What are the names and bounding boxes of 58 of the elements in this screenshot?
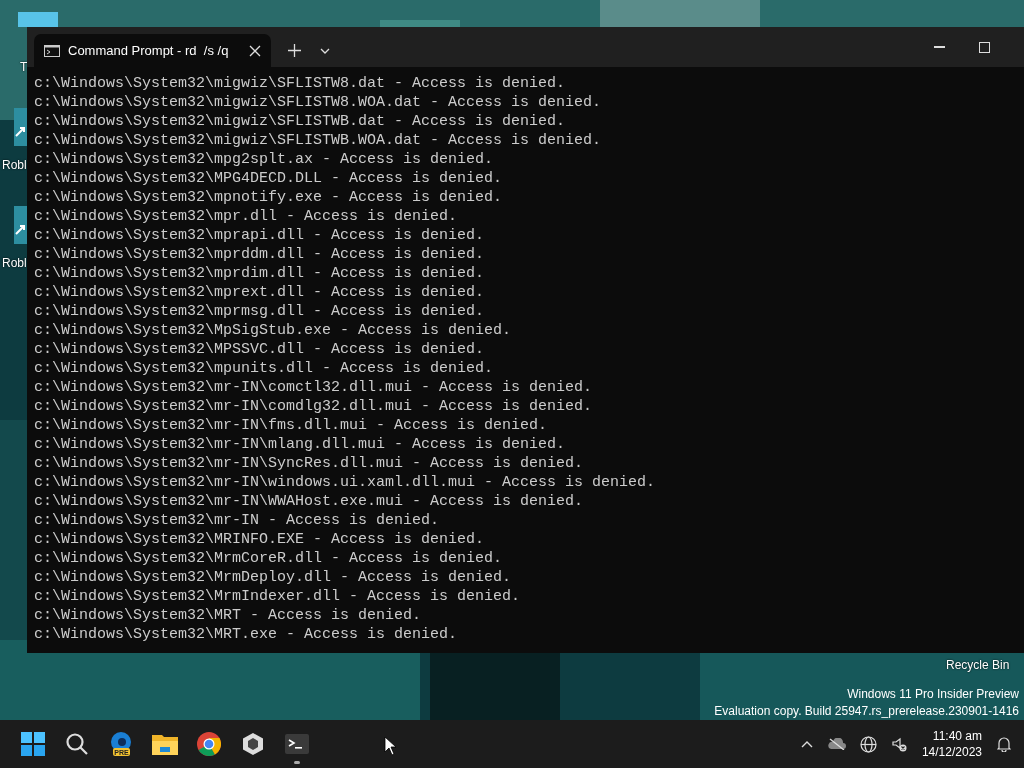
terminal-icon: [285, 734, 309, 754]
search-icon: [65, 732, 89, 756]
chevron-up-icon[interactable]: [799, 739, 814, 749]
terminal-line: c:\Windows\System32\MPSSVC.dll - Access is denied.: [34, 340, 486, 359]
icon-label[interactable]: Robl: [2, 254, 27, 272]
terminal-line: c:\Windows\System32\mr-IN\mlang.dll.mui - Access is denied.: [34, 435, 567, 454]
terminal-line: c:\Windows\System32\MrmDeploy.dll - Access is denied.: [34, 568, 513, 587]
terminal-line: c:\Windows\System32\mr-IN - Access is denied.: [34, 511, 441, 530]
folder-icon: [152, 733, 178, 755]
mouse-pointer-icon: [384, 736, 396, 756]
terminal-line: c:\Windows\System32\mpg2splt.ax - Access is denied.: [34, 150, 495, 169]
terminal-line: c:\Windows\System32\mr-IN\fms.dll.mui - Access is denied.: [34, 416, 549, 435]
terminal-tab[interactable]: Command Prompt - rd /s /q: [34, 34, 271, 67]
terminal-line: c:\Windows\System32\mr-IN\comdlg32.dll.mui - Access is denied.: [34, 397, 594, 416]
terminal-line: c:\Windows\System32\mprapi.dll - Access is denied.: [34, 226, 486, 245]
terminal-line: c:\Windows\System32\MrmIndexer.dll - Access is denied.: [34, 587, 522, 606]
terminal-line: c:\Windows\System32\mpr.dll - Access is denied.: [34, 207, 459, 226]
globe-icon[interactable]: [859, 735, 878, 753]
terminal-line: c:\Windows\System32\migwiz\SFLISTWB.WOA.dat - Access is denied.: [34, 131, 603, 150]
clock-time[interactable]: 11:40 am: [921, 728, 982, 744]
terminal-line: c:\Windows\System32\migwiz\SFLISTW8.WOA.dat - Access is denied.: [34, 93, 603, 112]
terminal-line: c:\Windows\System32\mpunits.dll - Access is denied.: [34, 359, 495, 378]
terminal-line: c:\Windows\System32\MRT - Access is denied.: [34, 606, 423, 625]
terminal-line: c:\Windows\System32\mpnotify.exe - Access is denied.: [34, 188, 504, 207]
terminal-line: c:\Windows\System32\mr-IN\windows.ui.xaml.dll.mui - Access is denied.: [34, 473, 657, 492]
close-tab-button[interactable]: [249, 44, 261, 57]
cloud-off-icon[interactable]: [827, 737, 846, 751]
terminal-line: c:\Windows\System32\MrmCoreR.dll - Access is denied.: [34, 549, 504, 568]
icon-label[interactable]: T: [20, 58, 28, 76]
windows-logo-icon: [21, 732, 45, 756]
terminal-line: c:\Windows\System32\MRT.exe - Access is denied.: [34, 625, 459, 644]
watermark-text: Evaluation copy. Build 25947.rs_prerelease.230901-1416: [714, 703, 1019, 720]
terminal-line: c:\Windows\System32\mprmsg.dll - Access is denied.: [34, 302, 486, 321]
terminal-line: c:\Windows\System32\MpSigStub.exe - Access is denied.: [34, 321, 513, 340]
terminal-line: c:\Windows\System32\mprdim.dll - Access is denied.: [34, 264, 486, 283]
cube-icon: [242, 732, 264, 756]
terminal-line: c:\Windows\System32\mprext.dll - Access is denied.: [34, 283, 486, 302]
notification-bell-icon[interactable]: [996, 735, 1012, 753]
terminal-line: c:\Windows\System32\migwiz\SFLISTWB.dat - Access is denied.: [34, 112, 567, 131]
clock-date[interactable]: 14/12/2023: [921, 744, 982, 760]
terminal-line: c:\Windows\System32\mr-IN\SyncRes.dll.mui - Access is denied.: [34, 454, 585, 473]
terminal-line: c:\Windows\System32\mprddm.dll - Access is denied.: [34, 245, 486, 264]
new-tab-button[interactable]: [287, 43, 301, 58]
watermark-text: Windows 11 Pro Insider Preview: [846, 686, 1019, 703]
maximize-button[interactable]: [978, 41, 990, 53]
speaker-muted-icon[interactable]: [891, 736, 908, 752]
shortcut-icon[interactable]: [14, 206, 27, 244]
command-prompt-icon: [44, 44, 60, 57]
terminal-line: c:\Windows\System32\MPG4DECD.DLL - Access is denied.: [34, 169, 504, 188]
icon-label[interactable]: Robl: [2, 156, 27, 174]
terminal-line: c:\Windows\System32\migwiz\SFLISTW8.dat - Access is denied.: [34, 74, 567, 93]
shortcut-icon[interactable]: [14, 108, 27, 146]
terminal-line: c:\Windows\System32\mr-IN\comctl32.dll.mui - Access is denied.: [34, 378, 594, 397]
terminal-line: c:\Windows\System32\MRINFO.EXE - Access is denied.: [34, 530, 486, 549]
minimize-icon[interactable]: [933, 46, 945, 48]
chrome-icon: [197, 732, 221, 756]
terminal-line: c:\Windows\System32\mr-IN\WWAHost.exe.mui - Access is denied.: [34, 492, 585, 511]
icon-label[interactable]: Recycle Bin: [946, 656, 1010, 674]
